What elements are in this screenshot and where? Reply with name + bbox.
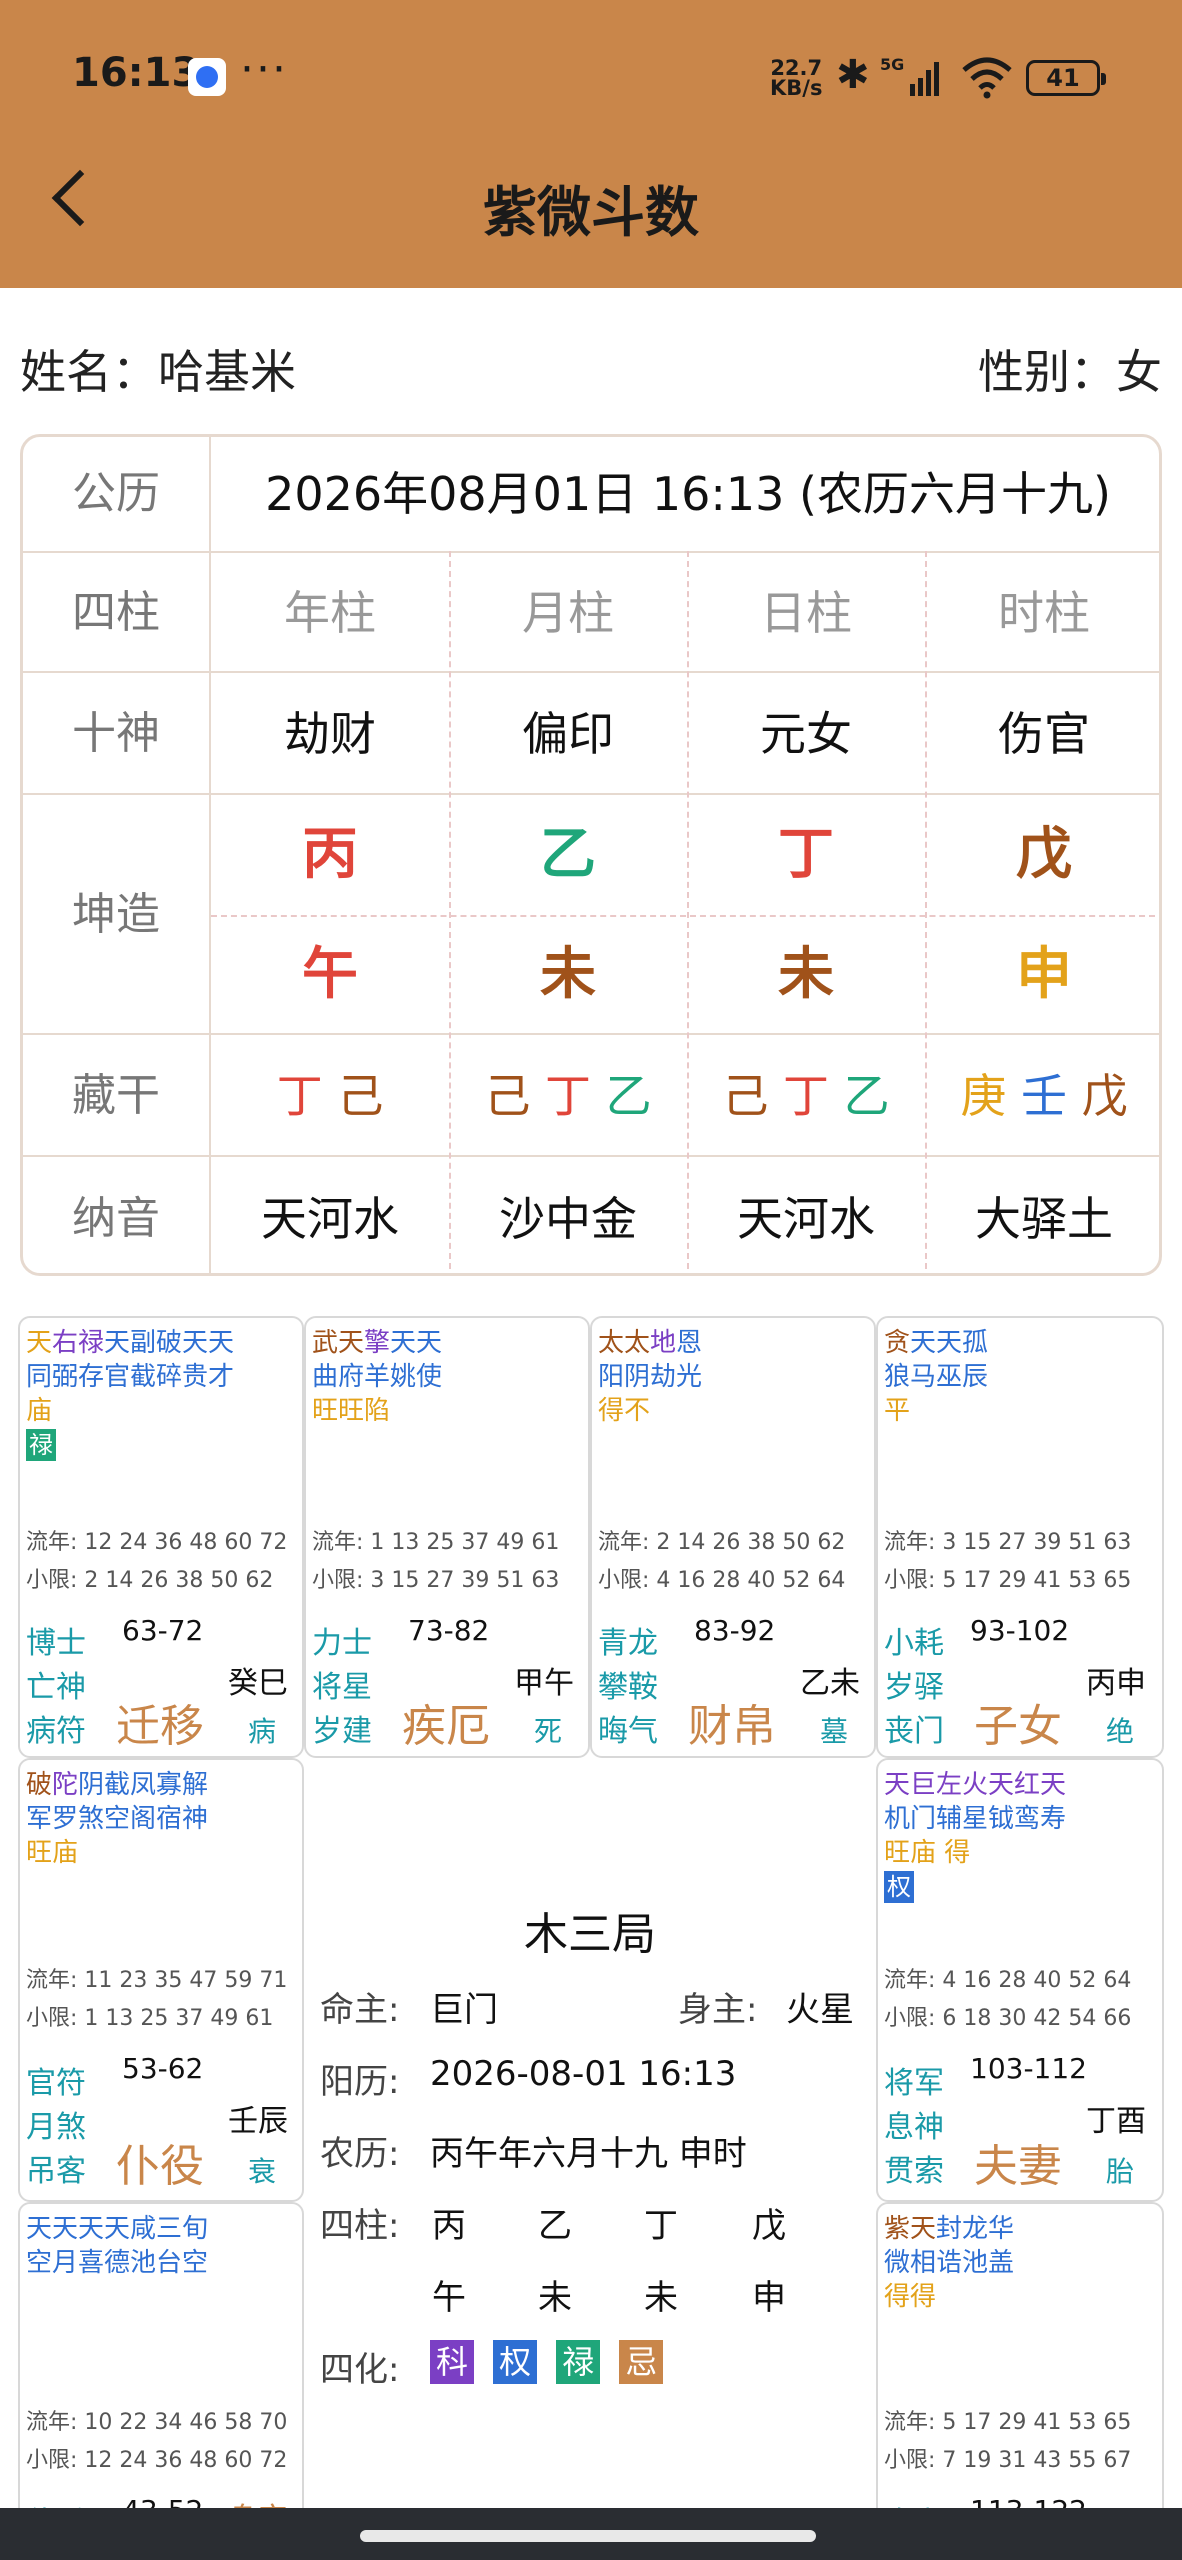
month-stem: 乙 bbox=[540, 822, 596, 887]
wuxing-ju: 木三局 bbox=[524, 1909, 656, 1960]
palace-bottom-right[interactable]: 紫天封龙华 微相诰池盖 得得 流年: 5 17 29 41 53 65 小限: … bbox=[876, 2202, 1164, 2560]
stem-branch-row: 坤造 丙 乙 丁 戊 午 未 未 申 bbox=[23, 793, 1159, 1035]
palace-name: 迁移 bbox=[116, 1701, 204, 1752]
palace-puyi[interactable]: 破陀阴截凤寡解 军罗煞空阁宿神 旺庙 流年: 11 23 35 47 59 71… bbox=[18, 1758, 304, 2202]
wifi-icon bbox=[962, 57, 1012, 99]
palace-jie[interactable]: 武天擎天天 曲府羊姚使 旺旺陷 流年: 1 13 25 37 49 61 小限:… bbox=[304, 1316, 590, 1758]
year-stem: 丙 bbox=[302, 822, 358, 887]
svg-text:5G: 5G bbox=[880, 55, 904, 74]
notification-app-icon bbox=[188, 58, 226, 96]
palace-fuqi[interactable]: 天巨左火天红天 机门辅星钺鸾寿 旺庙 得 权 流年: 4 16 28 40 52… bbox=[876, 1758, 1164, 2202]
palace-zinv[interactable]: 贪天天孤 狼马巫辰 平 流年: 3 15 27 39 51 63 小限: 5 1… bbox=[876, 1316, 1164, 1758]
palace-caibo[interactable]: 太太地恩 阳阴劫光 得不 流年: 2 14 26 38 50 62 小限: 4 … bbox=[590, 1316, 876, 1758]
year-branch: 午 bbox=[302, 942, 358, 1007]
center-info-panel: 木三局 命主: 巨门 身主: 火星 阳历: 2026-08-01 16:13 农… bbox=[304, 1760, 876, 2560]
status-time: 16:13 bbox=[72, 50, 200, 96]
page-title: 紫微斗数 bbox=[483, 181, 699, 244]
ziwei-palace-grid: 天右禄天副破天天 同弼存官截碎贵才 庙 禄 流年: 12 24 36 48 60… bbox=[18, 1316, 1164, 2560]
gender-field: 性别：女 bbox=[978, 345, 1162, 399]
shishen-row: 十神 劫财 偏印 元女 伤官 bbox=[23, 671, 1159, 795]
palace-bottom-left[interactable]: 天天天天咸三旬 空月喜德池台空 流年: 10 22 34 46 58 70 小限… bbox=[18, 2202, 304, 2560]
month-branch: 未 bbox=[540, 942, 596, 1007]
nayin-row: 纳音 天河水 沙中金 天河水 大驿土 bbox=[23, 1155, 1159, 1273]
hour-branch: 申 bbox=[1016, 942, 1072, 1007]
network-speed: 22.7 KB/s bbox=[770, 56, 823, 100]
home-gesture-bar[interactable] bbox=[360, 2530, 816, 2542]
name-field: 姓名：哈基米 bbox=[20, 345, 296, 399]
solar-date: 2026年08月01日 16:13 (农历六月十九) bbox=[265, 467, 1111, 521]
battery-icon: 41 bbox=[1026, 60, 1106, 96]
solar-row: 公历 2026年08月01日 16:13 (农历六月十九) bbox=[23, 437, 1159, 551]
app-header: 16:13 ··· 22.7 KB/s ✱ 5G 41 紫微斗数 bbox=[0, 0, 1182, 288]
hour-stem: 戊 bbox=[1016, 822, 1072, 887]
cellular-signal-icon: 5G bbox=[880, 55, 939, 96]
bluetooth-icon: ✱ bbox=[836, 52, 870, 98]
sihua-tags: 科 权 禄 忌 bbox=[430, 2340, 664, 2384]
canggan-row: 藏干 丁 己 己 丁 乙 己 丁 乙 庚 壬 戊 bbox=[23, 1033, 1159, 1157]
bazi-table: 公历 2026年08月01日 16:13 (农历六月十九) 四柱 年柱 月柱 日… bbox=[20, 434, 1162, 1276]
pillar-row: 四柱 年柱 月柱 日柱 时柱 bbox=[23, 551, 1159, 673]
more-notifications-icon: ··· bbox=[240, 44, 288, 95]
palace-qianyi[interactable]: 天右禄天副破天天 同弼存官截碎贵才 庙 禄 流年: 12 24 36 48 60… bbox=[18, 1316, 304, 1758]
day-stem: 丁 bbox=[778, 822, 834, 887]
day-branch: 未 bbox=[778, 942, 834, 1007]
